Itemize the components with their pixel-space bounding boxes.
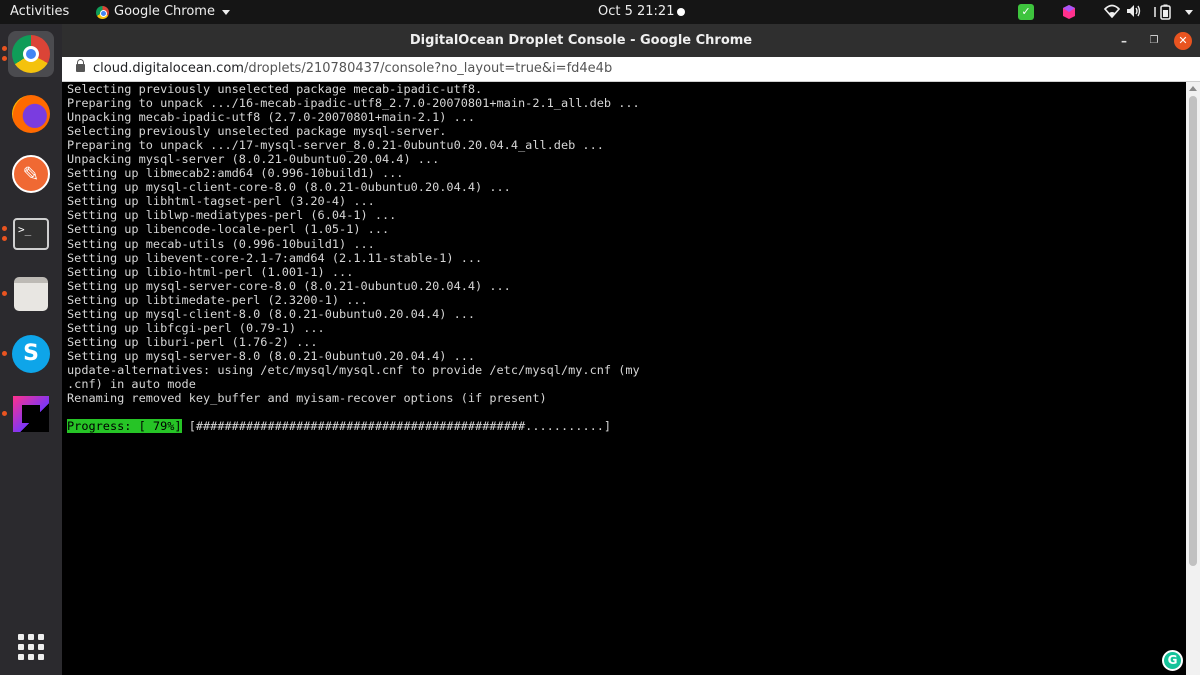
wifi-icon[interactable] xyxy=(1103,4,1121,20)
clock[interactable]: Oct 5 21:21 xyxy=(598,0,674,24)
console-output: Selecting previously unselected package … xyxy=(67,82,1186,405)
console-line: Setting up mysql-server-core-8.0 (8.0.21… xyxy=(67,278,511,293)
scroll-up-arrow-icon[interactable] xyxy=(1189,86,1197,91)
console-line: Renaming removed key_buffer and myisam-r… xyxy=(67,391,547,406)
console-line: Preparing to unpack .../16-mecab-ipadic-… xyxy=(67,96,640,111)
console-line: Selecting previously unselected package … xyxy=(67,82,483,96)
restore-button[interactable]: ❐ xyxy=(1145,32,1163,50)
jetbrains-toolbox-icon xyxy=(13,396,49,432)
progress-row: Progress: [ 79%] [######################… xyxy=(67,419,1186,434)
dock-item-terminal[interactable]: >_ xyxy=(2,211,54,257)
window-title: DigitalOcean Droplet Console - Google Ch… xyxy=(409,33,753,48)
running-indicator xyxy=(2,291,7,296)
battery-icon[interactable] xyxy=(1152,4,1178,20)
running-indicator xyxy=(2,236,7,241)
running-indicator xyxy=(2,411,7,416)
droplet-console[interactable]: Selecting previously unselected package … xyxy=(62,82,1186,675)
address-bar[interactable]: cloud.digitalocean.com/droplets/21078043… xyxy=(62,57,1200,82)
chevron-down-icon xyxy=(221,9,230,15)
dock-item-skype[interactable]: S xyxy=(2,331,54,377)
console-line: Setting up mysql-server-8.0 (8.0.21-0ubu… xyxy=(67,348,476,363)
minimize-button[interactable]: – xyxy=(1115,32,1133,50)
check-tray-icon[interactable]: ✓ xyxy=(1018,4,1034,20)
url-path: /droplets/210780437/console?no_layout=tr… xyxy=(243,61,613,76)
terminal-icon: >_ xyxy=(13,218,49,250)
console-line: Setting up libencode-locale-perl (1.05-1… xyxy=(67,222,390,237)
close-button[interactable]: ✕ xyxy=(1174,32,1192,50)
volume-icon[interactable] xyxy=(1126,4,1142,20)
dock-item-firefox[interactable] xyxy=(8,91,54,137)
app-menu[interactable]: Google Chrome xyxy=(96,0,230,24)
dock-item-postman[interactable]: ✎ xyxy=(8,151,54,197)
url-host: cloud.digitalocean.com xyxy=(93,61,244,76)
lock-icon[interactable] xyxy=(76,59,85,72)
console-line: Setting up libtimedate-perl (2.3200-1) .… xyxy=(67,292,368,307)
console-line: Setting up libfcgi-perl (0.79-1) ... xyxy=(67,320,325,335)
ubuntu-dock: ✎ >_ S xyxy=(0,24,62,675)
vertical-scrollbar[interactable] xyxy=(1186,82,1200,675)
scroll-thumb[interactable] xyxy=(1189,96,1197,566)
console-line: Setting up libmecab2:amd64 (0.996-10buil… xyxy=(67,166,404,181)
postman-icon: ✎ xyxy=(12,155,50,193)
progress-label: Progress: [ 79%] xyxy=(67,419,182,434)
dock-item-files[interactable] xyxy=(2,271,54,317)
window-titlebar[interactable]: DigitalOcean Droplet Console - Google Ch… xyxy=(62,24,1200,57)
console-line: Unpacking mecab-ipadic-utf8 (2.7.0-20070… xyxy=(67,110,476,125)
console-line: update-alternatives: using /etc/mysql/my… xyxy=(67,362,640,377)
progress-bar-text: [#######################################… xyxy=(181,419,612,434)
skype-icon: S xyxy=(12,335,50,373)
console-line: .cnf) in auto mode xyxy=(67,376,196,391)
gnome-top-bar: Activities Google Chrome Oct 5 21:21 ✓ xyxy=(0,0,1200,24)
running-indicator xyxy=(2,351,7,356)
console-line: Preparing to unpack .../17-mysql-server_… xyxy=(67,138,604,153)
firefox-icon xyxy=(12,95,50,133)
console-line: Setting up libio-html-perl (1.001-1) ... xyxy=(67,264,354,279)
system-menu-chevron-icon[interactable] xyxy=(1183,4,1193,20)
activities-button[interactable]: Activities xyxy=(10,0,69,24)
grammarly-icon[interactable]: G xyxy=(1162,650,1183,671)
console-line: Setting up mysql-client-core-8.0 (8.0.21… xyxy=(67,180,511,195)
files-icon xyxy=(14,277,48,311)
running-indicator xyxy=(2,226,7,231)
notification-dot-icon xyxy=(677,8,685,16)
app-tray-icon[interactable] xyxy=(1062,4,1076,20)
console-line: Selecting previously unselected package … xyxy=(67,124,447,139)
console-line: Setting up mecab-utils (0.996-10build1) … xyxy=(67,236,375,251)
dock-item-jetbrains-toolbox[interactable] xyxy=(2,391,54,437)
console-line: Setting up liblwp-mediatypes-perl (6.04-… xyxy=(67,208,397,223)
chrome-small-icon xyxy=(96,5,109,19)
console-line: Setting up libevent-core-2.1-7:amd64 (2.… xyxy=(67,250,483,265)
show-applications-grid-icon[interactable] xyxy=(18,634,44,660)
url-text[interactable]: cloud.digitalocean.com/droplets/21078043… xyxy=(93,57,612,81)
app-menu-label: Google Chrome xyxy=(114,4,215,19)
console-line: Setting up mysql-client-8.0 (8.0.21-0ubu… xyxy=(67,306,476,321)
console-line: Unpacking mysql-server (8.0.21-0ubuntu0.… xyxy=(67,152,440,167)
chrome-window: DigitalOcean Droplet Console - Google Ch… xyxy=(62,24,1200,675)
console-line: Setting up liburi-perl (1.76-2) ... xyxy=(67,334,318,349)
console-line: Setting up libhtml-tagset-perl (3.20-4) … xyxy=(67,194,375,209)
